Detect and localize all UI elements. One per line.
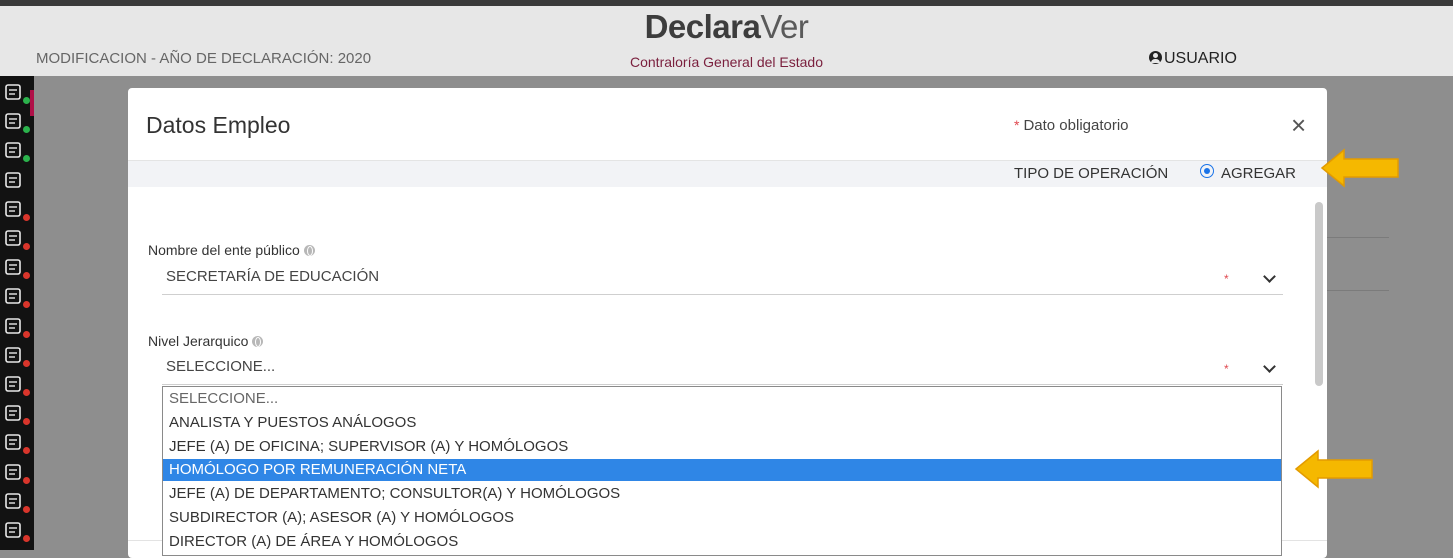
sidebar-item[interactable] (4, 82, 30, 104)
modal-scrollbar[interactable] (1315, 202, 1323, 386)
required-note: * Dato obligatorio (1014, 117, 1129, 134)
pending-status-icon (23, 243, 30, 250)
sidebar-item[interactable] (4, 432, 30, 455)
pending-status-icon (23, 272, 30, 280)
pending-status-icon (23, 476, 30, 484)
dropdown-option[interactable]: DIRECTOR (A) DE ÁREA Y HOMÓLOGOS (163, 531, 1281, 553)
sidebar-item[interactable] (4, 462, 30, 484)
chevron-down-icon (1263, 270, 1276, 283)
required-note-text: Dato obligatorio (1023, 117, 1129, 134)
sidebar-item[interactable] (4, 374, 30, 396)
app-header: MODIFICACION - AÑO DE DECLARACIÓN: 2020 … (0, 0, 1453, 76)
required-star: * (1224, 272, 1229, 286)
pointer-arrow-icon (1294, 449, 1373, 489)
nivel-dropdown-list: SELECCIONE... ANALISTA Y PUESTOS ANÁLOGOS… (162, 386, 1282, 556)
sidebar-item[interactable] (4, 491, 30, 513)
brand-part2: Ver (760, 8, 809, 45)
sidebar-item[interactable] (4, 111, 30, 134)
pending-status-icon (23, 389, 30, 396)
ente-label-text: Nombre del ente público (148, 242, 300, 258)
home-gear-icon (5, 463, 21, 480)
car-icon (5, 346, 21, 363)
globe-icon (303, 245, 315, 256)
globe-icon (252, 336, 264, 347)
ente-select-value: SECRETARÍA DE EDUCACIÓN (166, 268, 380, 285)
dropdown-option[interactable]: SUBDIRECTOR (A); ASESOR (A) Y HOMÓLOGOS (163, 507, 1281, 529)
agregar-radio-label[interactable]: AGREGAR (1221, 165, 1296, 182)
complete-status-icon (23, 126, 30, 134)
dropdown-option[interactable]: SELECCIONE... (163, 388, 1281, 410)
building-icon (5, 171, 21, 188)
ente-label: Nombre del ente público (148, 242, 315, 258)
document-icon (5, 142, 21, 159)
pending-status-icon (23, 447, 30, 455)
dropdown-option[interactable]: HOMÓLOGO POR REMUNERACIÓN NETA (163, 459, 1281, 482)
hand-shield-icon (5, 405, 21, 421)
dropdown-option[interactable]: JEFE (A) DE DEPARTAMENTO; CONSULTOR(A) Y… (163, 483, 1281, 505)
complete-status-icon (23, 97, 30, 104)
chart-icon (5, 376, 21, 392)
people-icon (5, 200, 21, 217)
sidebar-item[interactable] (4, 199, 30, 221)
vehicle-icon (5, 434, 21, 451)
money-icon (5, 288, 21, 305)
pending-status-icon (23, 418, 30, 426)
user-icon (1149, 51, 1162, 64)
nivel-select-value: SELECCIONE... (166, 358, 276, 375)
house-icon (5, 317, 21, 334)
brand-part1: Declara (644, 8, 761, 45)
brand-logo: DeclaraVer (0, 8, 1453, 46)
pointer-arrow-icon (1320, 148, 1399, 188)
background-divider (1327, 237, 1389, 238)
chevron-down-icon (1263, 360, 1276, 373)
agregar-radio[interactable] (1200, 164, 1214, 178)
pending-status-icon (23, 301, 30, 309)
section-sidebar (0, 76, 34, 550)
pie-icon (5, 492, 21, 509)
dropdown-option[interactable]: ANALISTA Y PUESTOS ANÁLOGOS (163, 412, 1281, 434)
ente-select[interactable]: SECRETARÍA DE EDUCACIÓN * (162, 264, 1283, 295)
background-divider (1327, 290, 1389, 291)
required-star: * (1014, 117, 1020, 133)
sidebar-item[interactable] (4, 286, 30, 309)
sidebar-item[interactable] (4, 170, 30, 192)
pending-status-icon (23, 505, 30, 513)
sidebar-item[interactable] (4, 520, 30, 542)
id-card-icon (5, 84, 21, 100)
close-button[interactable]: × (1291, 112, 1306, 138)
nivel-select[interactable]: SELECCIONE... * (162, 354, 1283, 385)
pending-status-icon (23, 535, 30, 542)
nivel-label-text: Nivel Jerarquico (148, 333, 249, 349)
sidebar-item[interactable] (4, 228, 30, 250)
dropdown-option[interactable]: JEFE (A) DE OFICINA; SUPERVISOR (A) Y HO… (163, 436, 1281, 458)
family-icon (5, 230, 21, 246)
pending-status-icon (23, 213, 30, 221)
sidebar-item[interactable] (4, 257, 30, 280)
required-star: * (1224, 362, 1229, 376)
sidebar-item[interactable] (4, 345, 30, 367)
operation-type-label: TIPO DE OPERACIÓN (1014, 165, 1169, 182)
nivel-label: Nivel Jerarquico (148, 333, 264, 349)
person-icon (5, 522, 21, 538)
user-label: USUARIO (1164, 50, 1237, 67)
sidebar-item[interactable] (4, 140, 30, 163)
pending-status-icon (23, 359, 30, 367)
modal-title: Datos Empleo (146, 112, 291, 138)
sidebar-item[interactable] (4, 316, 30, 338)
pending-status-icon (23, 330, 30, 338)
form-icon (5, 259, 21, 275)
sidebar-item[interactable] (4, 403, 30, 426)
user-menu[interactable]: USUARIO (1149, 50, 1237, 68)
complete-status-icon (23, 155, 30, 163)
home-info-icon (5, 113, 21, 129)
